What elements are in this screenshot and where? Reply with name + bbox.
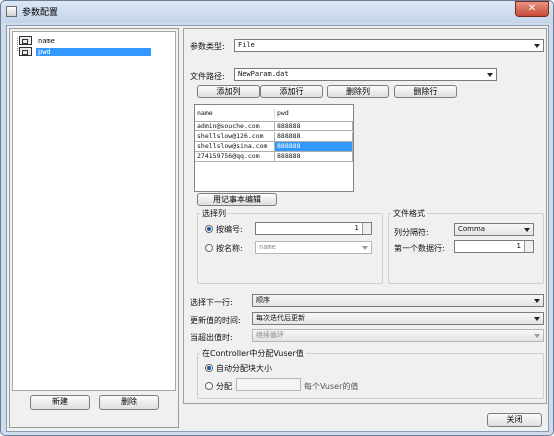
- table-cell[interactable]: 274159756@qq.com: [195, 152, 275, 162]
- file-path-value: NewParam.dat: [238, 70, 289, 78]
- first-data-row-value: 1: [516, 242, 521, 250]
- parameter-list-pane: name pwd 新建 删除: [9, 28, 179, 428]
- allocate-count-input[interactable]: [236, 378, 301, 391]
- file-format-title: 文件格式: [391, 208, 427, 219]
- delimiter-select[interactable]: Comma: [454, 223, 534, 236]
- chevron-down-icon: [487, 73, 493, 77]
- chevron-down-icon: [534, 317, 540, 321]
- tree-item-pwd[interactable]: pwd: [19, 46, 151, 57]
- table-cell[interactable]: 888888: [275, 121, 353, 131]
- table-row[interactable]: 274159756@qq.com 888888: [195, 152, 353, 162]
- table-row[interactable]: shellslow@sina.com 888888: [195, 142, 353, 152]
- file-path-select[interactable]: NewParam.dat: [234, 68, 497, 81]
- column-name-select[interactable]: name: [255, 241, 372, 254]
- table-cell[interactable]: shellslow@sina.com: [195, 142, 275, 152]
- spinner-down-icon[interactable]: [524, 246, 533, 252]
- param-config-window: 参数配置 ✕ name pwd 新建 删除 参数类型: File 文件路径: N…: [0, 0, 554, 436]
- parameter-icon: [19, 47, 32, 56]
- window-close-button[interactable]: ✕: [515, 1, 549, 17]
- table-header-cell[interactable]: name: [195, 109, 275, 119]
- file-path-label: 文件路径:: [190, 72, 225, 81]
- table-cell-selected[interactable]: 888888: [275, 142, 353, 152]
- per-vuser-label: 每个Vuser的值: [304, 382, 359, 391]
- add-row-button[interactable]: 添加行: [260, 85, 323, 98]
- edit-with-notepad-button[interactable]: 用记事本编辑: [197, 193, 277, 206]
- out-of-values-select[interactable]: 继续循环: [252, 329, 544, 342]
- tree-item-name[interactable]: name: [19, 35, 57, 46]
- auto-allocate-radio[interactable]: [205, 364, 213, 372]
- out-of-values-value: 继续循环: [256, 331, 284, 339]
- update-value-label: 更新值的时间:: [190, 316, 241, 325]
- client-area: name pwd 新建 删除 参数类型: File 文件路径: NewParam…: [6, 25, 549, 432]
- title-bar[interactable]: 参数配置 ✕: [1, 1, 553, 23]
- parameter-icon: [19, 36, 32, 45]
- update-value-value: 每次迭代后更新: [256, 314, 305, 322]
- parameter-tree[interactable]: name pwd: [12, 31, 176, 391]
- app-icon: [6, 6, 17, 17]
- delete-row-button[interactable]: 删除行: [394, 85, 457, 98]
- add-column-button[interactable]: 添加列: [197, 85, 260, 98]
- delete-parameter-button[interactable]: 删除: [99, 395, 159, 410]
- update-value-select[interactable]: 每次迭代后更新: [252, 312, 544, 325]
- by-name-label: 按名称:: [216, 244, 243, 253]
- next-row-label: 选择下一行:: [190, 298, 233, 307]
- delimiter-value: Comma: [458, 225, 486, 233]
- by-number-label: 按编号:: [216, 225, 243, 234]
- by-name-radio[interactable]: [205, 244, 213, 252]
- table-cell[interactable]: shellslow@126.com: [195, 132, 275, 142]
- parameter-properties-pane: 参数类型: File 文件路径: NewParam.dat 添加列 添加行 删除…: [183, 28, 547, 404]
- table-header-cell[interactable]: pwd: [275, 109, 353, 119]
- table-row[interactable]: shellslow@126.com 888888: [195, 132, 353, 142]
- first-data-row-spinner[interactable]: 1: [454, 240, 534, 253]
- allocate-label: 分配: [216, 382, 232, 391]
- data-table[interactable]: name pwd admin@souche.com 888888 shellsl…: [194, 104, 354, 192]
- chevron-down-icon: [362, 246, 368, 250]
- param-type-label: 参数类型:: [190, 42, 225, 51]
- column-number-spinner[interactable]: 1: [255, 222, 372, 235]
- delimiter-label: 列分隔符:: [394, 228, 429, 237]
- chevron-down-icon: [534, 44, 540, 48]
- new-parameter-button[interactable]: 新建: [30, 395, 90, 410]
- window-title: 参数配置: [22, 8, 59, 18]
- select-column-title: 选择列: [200, 208, 228, 219]
- close-button[interactable]: 关闭: [487, 413, 542, 427]
- delete-column-button[interactable]: 删除列: [327, 85, 389, 98]
- table-cell[interactable]: admin@souche.com: [195, 121, 275, 131]
- by-number-radio[interactable]: [205, 225, 213, 233]
- allocate-radio[interactable]: [205, 382, 213, 390]
- table-cell[interactable]: 888888: [275, 132, 353, 142]
- param-type-select[interactable]: File: [234, 39, 544, 52]
- column-number-value: 1: [354, 224, 359, 232]
- table-header-row: name pwd: [195, 109, 353, 119]
- table-row[interactable]: admin@souche.com 888888: [195, 121, 353, 131]
- column-name-value: name: [259, 243, 276, 251]
- table-cell[interactable]: 888888: [275, 152, 353, 162]
- tree-item-label: name: [38, 36, 55, 45]
- chevron-down-icon: [534, 299, 540, 303]
- next-row-select[interactable]: 顺序: [252, 294, 544, 307]
- tree-item-label: pwd: [36, 47, 151, 56]
- spinner-down-icon[interactable]: [362, 228, 371, 234]
- first-data-row-label: 第一个数据行:: [394, 244, 445, 253]
- chevron-down-icon: [524, 228, 530, 232]
- controller-allocation-group: [197, 353, 544, 399]
- auto-allocate-label: 自动分配块大小: [216, 364, 272, 373]
- out-of-values-label: 当超出值时:: [190, 333, 233, 342]
- chevron-down-icon: [534, 334, 540, 338]
- next-row-value: 顺序: [256, 296, 270, 304]
- controller-allocation-title: 在Controller中分配Vuser值: [200, 348, 306, 359]
- tree-connector: [17, 38, 18, 51]
- param-type-value: File: [238, 41, 255, 49]
